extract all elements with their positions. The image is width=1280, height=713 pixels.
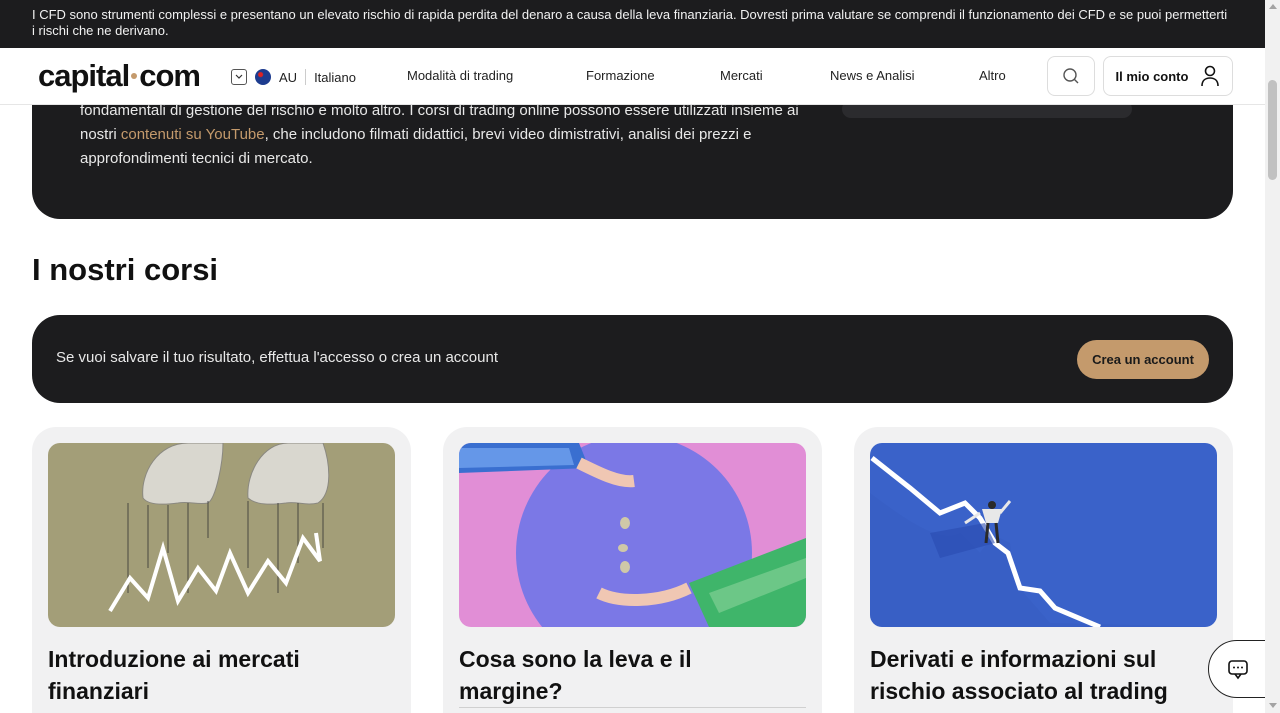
risk-warning-text: I CFD sono strumenti complessi e present… bbox=[32, 7, 1228, 38]
logo-dot bbox=[131, 72, 138, 79]
nav-trading-modes[interactable]: Modalità di trading bbox=[407, 68, 513, 83]
page: I CFD sono strumenti complessi e present… bbox=[0, 0, 1280, 713]
nav-markets[interactable]: Mercati bbox=[720, 68, 763, 83]
youtube-link[interactable]: contenuti su YouTube bbox=[121, 126, 265, 143]
scroll-up-icon[interactable] bbox=[1269, 4, 1277, 9]
language-label: Italiano bbox=[314, 69, 356, 85]
user-icon bbox=[1201, 65, 1220, 87]
capital-com-logo[interactable]: capital com bbox=[38, 58, 201, 94]
puppet-hands-chart-image bbox=[48, 443, 395, 627]
my-account-label: Il mio conto bbox=[1115, 68, 1189, 84]
course-title[interactable]: Introduzione ai mercati finanziari bbox=[48, 643, 388, 707]
region-language-selector[interactable]: AU Italiano bbox=[231, 67, 356, 87]
nav-more[interactable]: Altro bbox=[979, 68, 1006, 83]
logo-part: capital bbox=[38, 58, 130, 93]
course-card[interactable]: Introduzione ai mercati finanziari bbox=[32, 427, 411, 713]
australia-flag-icon bbox=[255, 69, 271, 85]
hero-text: fondamentali di gestione del rischio e m… bbox=[80, 99, 820, 171]
page-scrollbar[interactable] bbox=[1265, 0, 1280, 713]
my-account-button[interactable]: Il mio conto bbox=[1103, 56, 1233, 96]
region-separator bbox=[305, 69, 307, 85]
search-icon bbox=[1063, 68, 1079, 84]
site-header: capital com AU Italiano Modalità di tradi… bbox=[0, 48, 1265, 105]
nav-news-analysis[interactable]: News e Analisi bbox=[830, 68, 915, 83]
man-on-falling-chart-image bbox=[870, 443, 1217, 627]
hands-coins-image bbox=[459, 443, 806, 627]
notice-text: Se vuoi salvare il tuo risultato, effett… bbox=[56, 349, 499, 366]
scrollbar-thumb[interactable] bbox=[1268, 80, 1277, 180]
create-account-button[interactable]: Crea un account bbox=[1077, 340, 1209, 379]
course-card[interactable]: Cosa sono la leva e il margine? bbox=[443, 427, 822, 713]
section-title: I nostri corsi bbox=[32, 252, 219, 287]
chat-icon bbox=[1228, 660, 1248, 680]
course-title[interactable]: Cosa sono la leva e il margine? bbox=[459, 643, 799, 707]
course-title[interactable]: Derivati e informazioni sul rischio asso… bbox=[870, 643, 1210, 707]
chevron-down-icon[interactable] bbox=[231, 69, 247, 85]
region-code: AU bbox=[279, 69, 298, 85]
scroll-down-icon[interactable] bbox=[1269, 703, 1277, 708]
search-button[interactable] bbox=[1047, 56, 1095, 96]
nav-education[interactable]: Formazione bbox=[586, 68, 655, 83]
chat-button[interactable] bbox=[1208, 640, 1268, 698]
save-progress-notice: Se vuoi salvare il tuo risultato, effett… bbox=[32, 315, 1233, 403]
logo-part: com bbox=[139, 58, 201, 93]
card-divider bbox=[459, 707, 806, 708]
course-card[interactable]: Derivati e informazioni sul rischio asso… bbox=[854, 427, 1233, 713]
